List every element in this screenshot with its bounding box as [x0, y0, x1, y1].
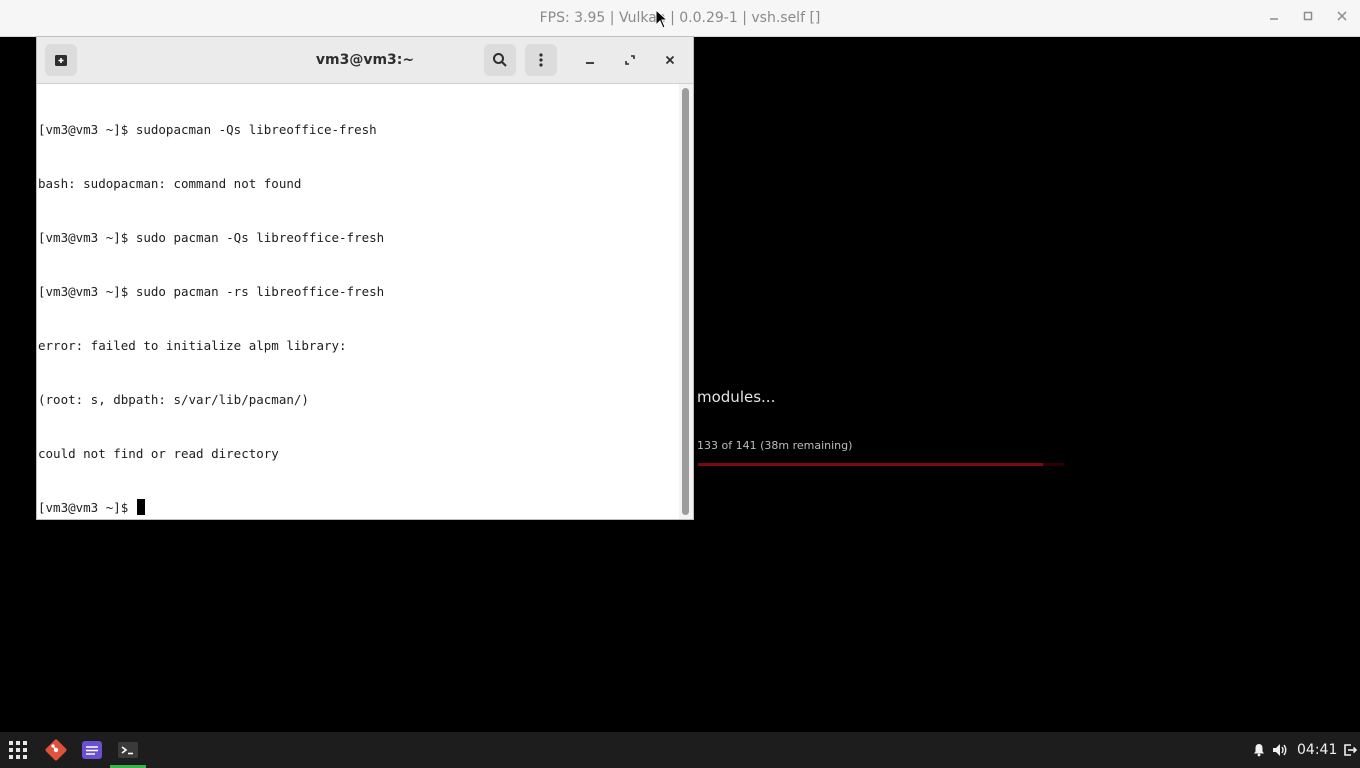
- terminal-line: could not find or read directory: [38, 446, 279, 461]
- maximize-icon: [625, 55, 635, 65]
- kebab-menu-icon: [539, 53, 543, 67]
- terminal-line: (root: s, dbpath: s/var/lib/pacman/): [38, 392, 309, 407]
- terminal-prompt: [vm3@vm3 ~]$: [38, 500, 136, 515]
- host-window-title: FPS: 3.95 | Vulkan | 0.0.29-1 | vsh.self…: [539, 10, 821, 26]
- terminal-close-button[interactable]: [660, 50, 680, 70]
- volume-icon[interactable]: [1272, 742, 1288, 758]
- menu-button[interactable]: [525, 44, 557, 76]
- loading-progress-fill: [698, 463, 1044, 466]
- mouse-pointer-icon: [655, 9, 669, 29]
- host-titlebar: FPS: 3.95 | Vulkan | 0.0.29-1 | vsh.self…: [0, 0, 1360, 37]
- minimize-icon[interactable]: [1264, 8, 1284, 28]
- terminal-scrollbar[interactable]: [679, 84, 693, 519]
- terminal-prompt-line: [vm3@vm3 ~]$: [38, 499, 384, 517]
- terminal-maximize-button[interactable]: [620, 50, 640, 70]
- terminal-line: [vm3@vm3 ~]$ sudo pacman -rs libreoffice…: [38, 284, 385, 299]
- loading-progress-text: 133 of 141 (38m remaining): [697, 439, 853, 452]
- close-icon[interactable]: [1332, 8, 1352, 28]
- terminal-output-area[interactable]: [vm3@vm3 ~]$ sudopacman -Qs libreoffice-…: [37, 84, 679, 519]
- minimize-icon: [586, 62, 594, 64]
- git-icon[interactable]: [42, 736, 70, 764]
- close-icon: [665, 55, 675, 65]
- tray-clock[interactable]: 04:41: [1297, 732, 1337, 768]
- terminal-icon[interactable]: [114, 736, 142, 764]
- terminal-line: bash: sudopacman: command not found: [38, 176, 302, 191]
- search-icon: [493, 53, 507, 67]
- terminal-line: [vm3@vm3 ~]$ sudo pacman -Qs libreoffice…: [38, 230, 385, 245]
- maximize-icon[interactable]: [1298, 8, 1318, 28]
- terminal-line: [vm3@vm3 ~]$ sudopacman -Qs libreoffice-…: [38, 122, 377, 137]
- text-cursor: [136, 499, 145, 515]
- app-grid-icon[interactable]: [4, 736, 32, 764]
- terminal-header-bar: vm3@vm3:~: [37, 37, 693, 84]
- text-editor-icon[interactable]: [78, 736, 106, 764]
- notification-bell-icon[interactable]: [1251, 742, 1267, 758]
- terminal-output: [vm3@vm3 ~]$ sudopacman -Qs libreoffice-…: [38, 85, 384, 553]
- terminal-window: vm3@vm3:~ [vm3@vm3 ~]$ sudopacman -Qs li…: [37, 37, 693, 519]
- power-icon[interactable]: [1342, 742, 1358, 758]
- search-button[interactable]: [484, 44, 516, 76]
- terminal-line: error: failed to initialize alpm library…: [38, 338, 347, 353]
- loading-status-text: modules...: [697, 388, 776, 406]
- scrollbar-thumb[interactable]: [682, 88, 689, 515]
- terminal-minimize-button[interactable]: [580, 50, 600, 70]
- loading-progress-bar: [698, 463, 1064, 466]
- taskbar: [0, 732, 1360, 768]
